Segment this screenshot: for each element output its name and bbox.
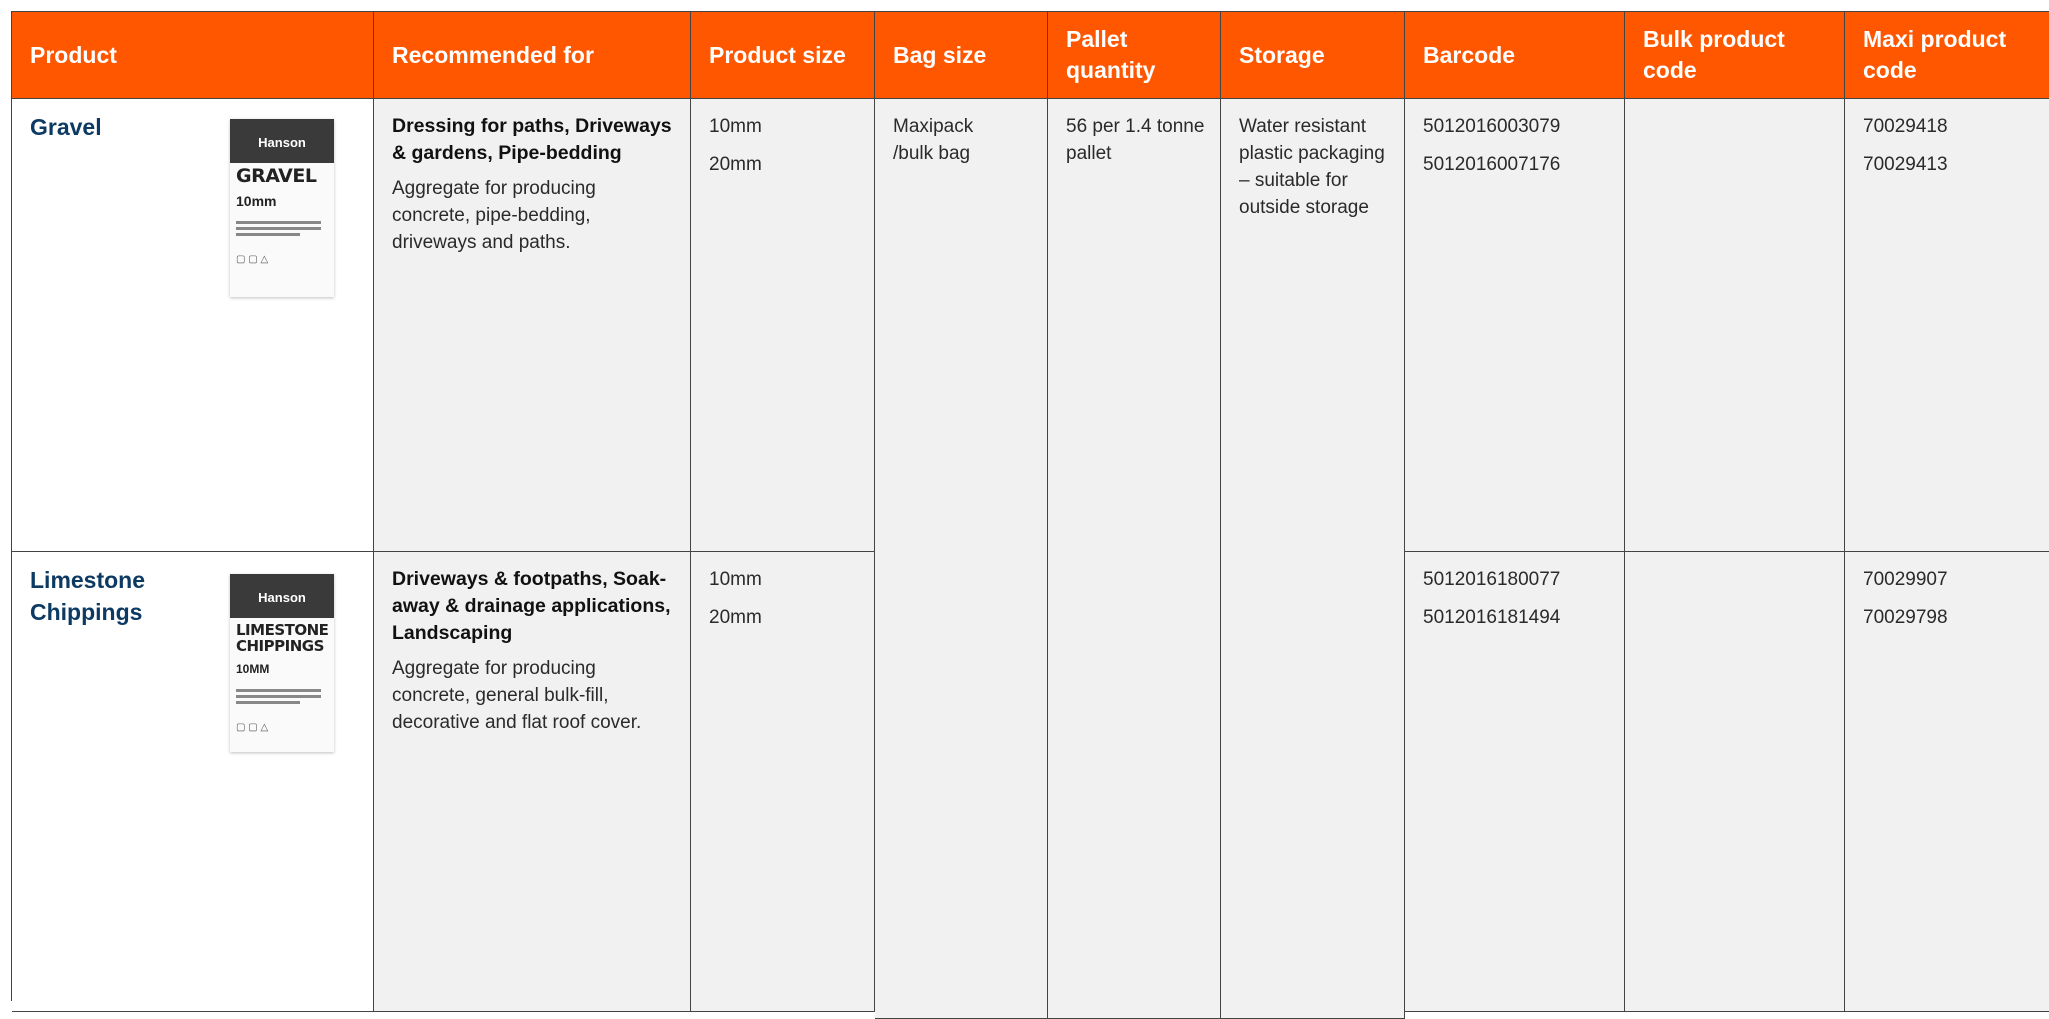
recommended-cell: Dressing for paths, Driveways & gardens,… bbox=[374, 99, 691, 552]
bag-brand-logo: Hanson bbox=[258, 590, 306, 605]
maxi-code-value: 70029418 bbox=[1863, 116, 1948, 137]
bag-size-label: 10mm bbox=[236, 193, 277, 209]
bulk-code-cell bbox=[1625, 552, 1845, 1012]
bag-product-label: GRAVEL bbox=[236, 165, 317, 187]
header-bag-size: Bag size bbox=[875, 12, 1048, 99]
storage-value: Water resistant plastic packaging – suit… bbox=[1239, 116, 1385, 218]
storage-cell: Water resistant plastic packaging – suit… bbox=[1221, 99, 1405, 1019]
maxi-code-cell: 70029907 70029798 bbox=[1845, 552, 2049, 1012]
product-bag-image: Hanson GRAVEL 10mm ▢ ▢ △ bbox=[230, 119, 334, 297]
maxi-code-cell: 70029418 70029413 bbox=[1845, 99, 2049, 552]
header-pallet-quantity: Pallet quantity bbox=[1048, 12, 1221, 99]
product-name: Limestone Chippings bbox=[30, 567, 146, 625]
recommended-title: Dressing for paths, Driveways & gardens,… bbox=[392, 115, 672, 164]
recommended-description: Aggregate for producing concrete, genera… bbox=[392, 658, 642, 733]
recommended-title: Driveways & footpaths, Soak-away & drain… bbox=[392, 568, 671, 644]
header-maxi-product-code: Maxi product code bbox=[1845, 12, 2049, 99]
bag-size-label: 10MM bbox=[236, 662, 270, 676]
bag-safety-icons: ▢ ▢ △ bbox=[236, 722, 269, 733]
recommended-description: Aggregate for producing concrete, pipe-b… bbox=[392, 178, 596, 253]
pallet-quantity-cell: 56 per 1.4 tonne pallet bbox=[1048, 99, 1221, 1019]
size-value: 20mm bbox=[709, 154, 762, 175]
product-bag-image: Hanson LIMESTONE CHIPPINGS 10MM ▢ ▢ △ bbox=[230, 574, 334, 752]
bag-safety-icons: ▢ ▢ △ bbox=[236, 254, 269, 265]
barcode-value: 5012016181494 bbox=[1423, 607, 1561, 628]
barcode-value: 5012016180077 bbox=[1423, 569, 1561, 590]
product-cell-gravel: Gravel Hanson GRAVEL 10mm ▢ ▢ △ bbox=[12, 99, 374, 552]
barcode-cell: 5012016003079 5012016007176 bbox=[1405, 99, 1625, 552]
product-table: Product Recommended for Product size Bag… bbox=[11, 11, 2049, 1019]
header-bulk-product-code: Bulk product code bbox=[1625, 12, 1845, 99]
product-name: Gravel bbox=[30, 114, 102, 140]
bulk-code-cell bbox=[1625, 99, 1845, 552]
header-barcode: Barcode bbox=[1405, 12, 1625, 99]
product-size-cell: 10mm 20mm bbox=[691, 99, 875, 552]
size-value: 10mm bbox=[709, 116, 762, 137]
header-product-size: Product size bbox=[691, 12, 875, 99]
size-value: 10mm bbox=[709, 569, 762, 590]
pallet-quantity-value: 56 per 1.4 tonne pallet bbox=[1066, 116, 1205, 164]
barcode-value: 5012016007176 bbox=[1423, 154, 1561, 175]
bag-size-value: Maxipack /bulk bag bbox=[893, 116, 974, 164]
size-value: 20mm bbox=[709, 607, 762, 628]
barcode-cell: 5012016180077 5012016181494 bbox=[1405, 552, 1625, 1012]
header-recommended-for: Recommended for bbox=[374, 12, 691, 99]
bag-brand-logo: Hanson bbox=[258, 135, 306, 150]
bag-size-cell: Maxipack /bulk bag bbox=[875, 99, 1048, 1019]
header-product: Product bbox=[12, 12, 374, 99]
bag-product-label: LIMESTONE CHIPPINGS bbox=[236, 621, 329, 655]
maxi-code-value: 70029907 bbox=[1863, 569, 1948, 590]
maxi-code-value: 70029413 bbox=[1863, 154, 1948, 175]
product-size-cell: 10mm 20mm bbox=[691, 552, 875, 1012]
barcode-value: 5012016003079 bbox=[1423, 116, 1561, 137]
recommended-cell: Driveways & footpaths, Soak-away & drain… bbox=[374, 552, 691, 1012]
maxi-code-value: 70029798 bbox=[1863, 607, 1948, 628]
product-cell-limestone-chippings: Limestone Chippings Hanson LIMESTONE CHI… bbox=[12, 552, 374, 1012]
header-storage: Storage bbox=[1221, 12, 1405, 99]
